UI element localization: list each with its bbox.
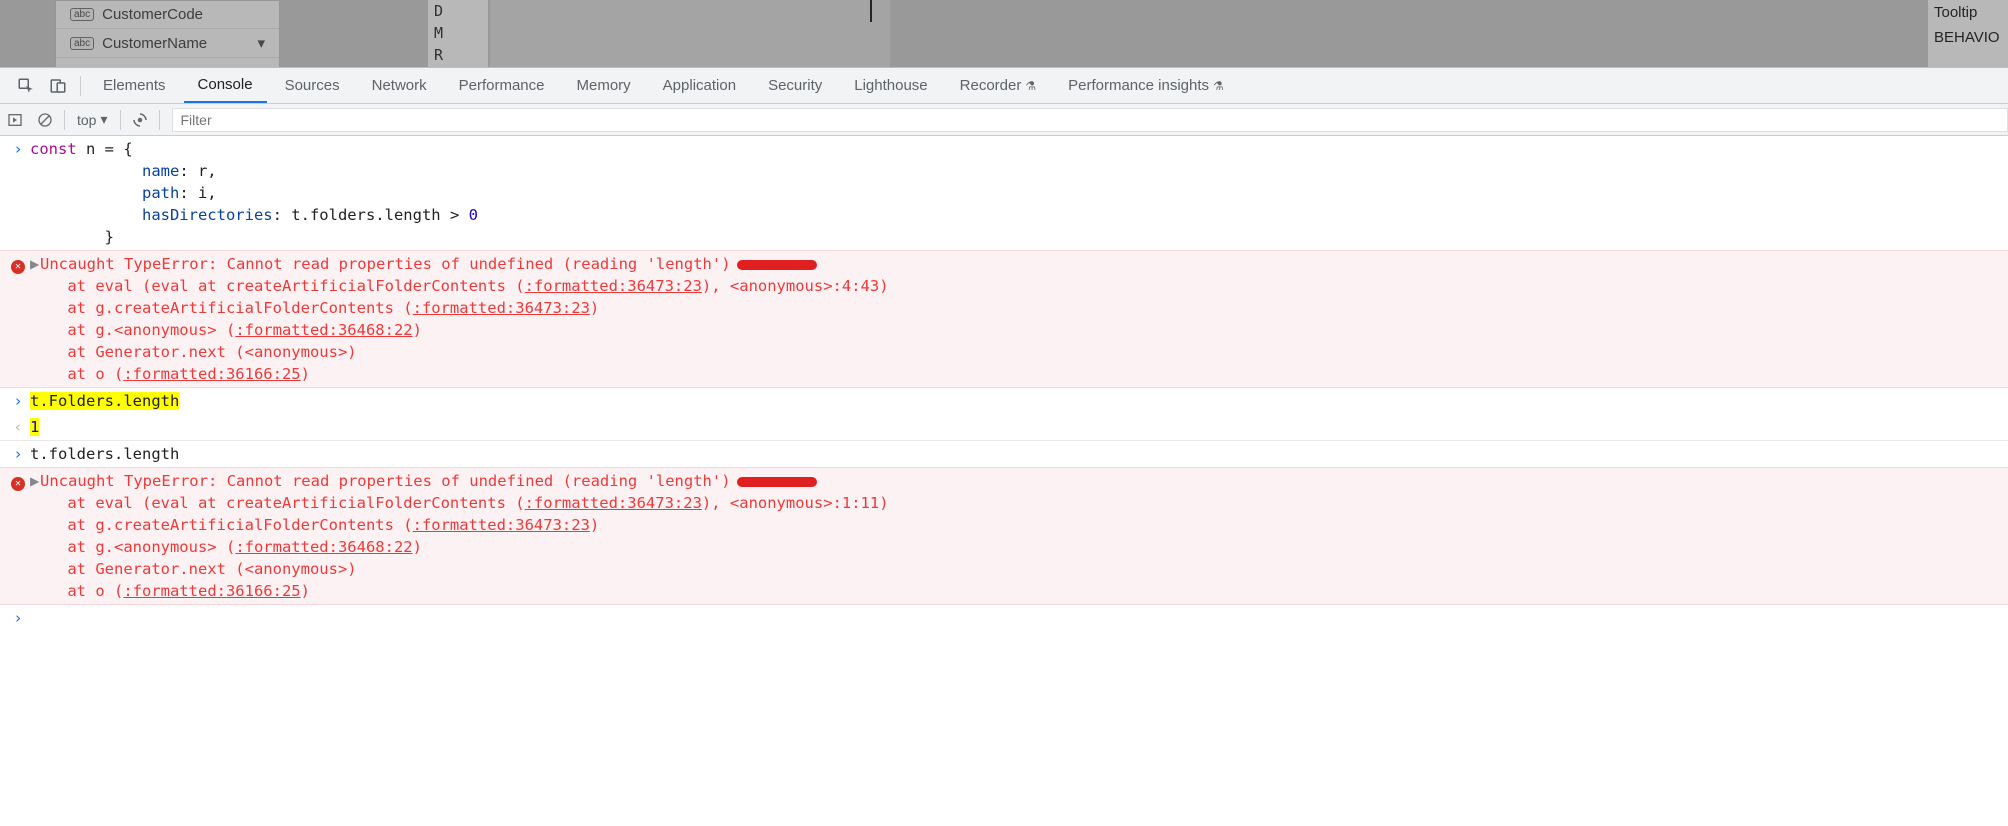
tab-lighthouse[interactable]: Lighthouse [840,69,941,102]
source-link[interactable]: :formatted:36166:25 [123,582,300,600]
source-link[interactable]: :formatted:36473:23 [413,299,590,317]
devtools-tabstrip: Elements Console Sources Network Perform… [0,68,2008,104]
source-link[interactable]: :formatted:36473:23 [525,277,702,295]
filter-input[interactable] [172,108,2008,132]
tab-performance[interactable]: Performance [445,69,559,102]
tab-recorder[interactable]: Recorder⚗ [946,69,1050,102]
console-input-row: › const n = { name: r, path: i, hasDirec… [0,136,2008,250]
tab-security[interactable]: Security [754,69,836,102]
prompt-icon: › [6,390,30,412]
error-icon: ✕ [11,260,25,274]
console-error-row: ✕ ▶Uncaught TypeError: Cannot read prope… [0,467,2008,605]
prompt-icon: › [6,138,30,248]
tab-sources[interactable]: Sources [271,69,354,102]
device-toolbar-icon[interactable] [44,72,72,100]
console-output-row: ‹ 1 [0,414,2008,441]
tab-application[interactable]: Application [649,69,750,102]
source-link[interactable]: :formatted:36473:23 [525,494,702,512]
red-annotation [737,477,817,487]
tab-console[interactable]: Console [184,68,267,103]
toggle-sidebar-icon[interactable] [0,105,30,135]
error-icon: ✕ [11,477,25,491]
source-link[interactable]: :formatted:36468:22 [235,321,412,339]
chevron-down-icon: ▾ [100,111,107,128]
tab-perf-insights[interactable]: Performance insights⚗ [1054,69,1238,102]
highlighted-result: 1 [30,418,39,436]
source-link[interactable]: :formatted:36166:25 [123,365,300,383]
source-link[interactable]: :formatted:36468:22 [235,538,412,556]
expand-arrow-icon[interactable]: ▶ [30,470,40,492]
red-annotation [737,260,817,270]
console-output[interactable]: › const n = { name: r, path: i, hasDirec… [0,136,2008,631]
prompt-icon: › [6,607,30,629]
flask-icon: ⚗ [1025,79,1036,93]
clear-console-icon[interactable] [30,105,60,135]
console-input-row: › t.Folders.length [0,388,2008,414]
console-prompt-row[interactable]: › [0,605,2008,631]
execution-context-selector[interactable]: top▾ [69,111,116,128]
inspect-element-icon[interactable] [12,72,40,100]
expand-arrow-icon[interactable]: ▶ [30,253,40,275]
live-expression-icon[interactable] [125,105,155,135]
tab-elements[interactable]: Elements [89,69,180,102]
console-input-row: › t.folders.length [0,441,2008,467]
tab-memory[interactable]: Memory [563,69,645,102]
console-error-row: ✕ ▶Uncaught TypeError: Cannot read prope… [0,250,2008,388]
tab-network[interactable]: Network [358,69,441,102]
console-toolbar: top▾ [0,104,2008,136]
highlighted-expression: t.Folders.length [30,392,179,410]
prompt-icon: › [6,443,30,465]
source-link[interactable]: :formatted:36473:23 [413,516,590,534]
background-app: abcCustomerCode abcCustomerName▾ D M R T… [0,0,2008,68]
return-icon: ‹ [6,416,30,438]
flask-icon: ⚗ [1213,79,1224,93]
